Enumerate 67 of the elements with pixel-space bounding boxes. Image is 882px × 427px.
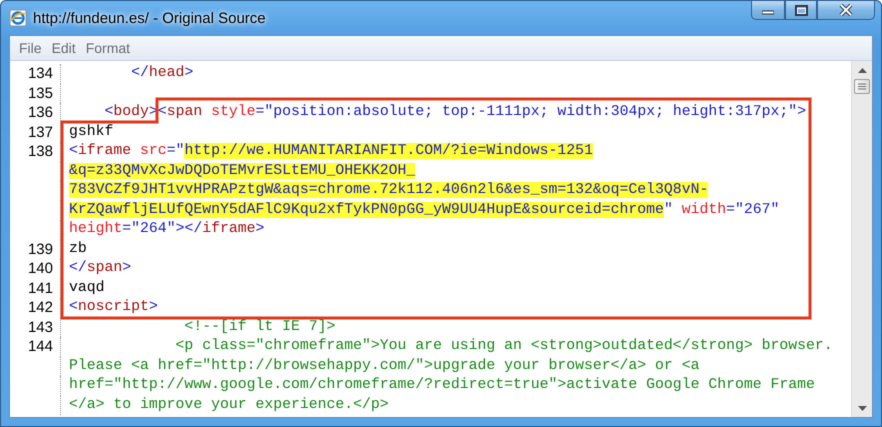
menu-item[interactable]: Edit [46,40,81,56]
attribute-token: width [680,202,726,218]
tag-token: < [69,143,78,159]
tag-token: </ [130,65,149,81]
maximize-icon [794,4,808,16]
comment-token: <p class="chromeframe">You are using an <strong>outdated</strong> browser. [174,338,833,354]
tag-token: = [256,104,264,120]
string-token: " [176,143,184,159]
line-number: 139 [10,240,61,259]
text-token: vaqd [69,280,105,296]
minimize-button[interactable] [751,0,785,20]
highlighted-url: http://we.HUMANITARIANFIT.COM/?ie=Windows-1251 [184,143,593,159]
line-number: 143 [10,318,61,337]
tag-token: > [122,260,132,276]
line-number: 140 [10,259,61,278]
tag-token: > [256,221,264,237]
maximize-button[interactable] [785,0,817,20]
close-icon [839,4,853,16]
window-title: http://fundeun.es/ - Original Source [33,10,266,26]
tag-token: > [184,65,194,81]
tag-token: = [726,202,735,218]
element-token: noscript [78,299,149,315]
line-number: 137 [10,122,61,142]
line-number: 142 [10,298,61,318]
tag-token: = [122,221,132,237]
element-token: body [113,104,149,120]
line-number: 138 [10,142,61,162]
line-number: 141 [10,278,61,298]
menu-item[interactable]: Format [80,40,136,56]
string-token: "267" [735,202,780,218]
line-number: 144 [10,337,61,356]
menu-item[interactable]: File [14,40,47,56]
tag-token: > [148,299,158,315]
scroll-thumb[interactable] [854,79,870,94]
comment-token: Please <a href="http://browsehappy.com/">upgrade your browser</a> or <a [69,358,700,374]
element-token: head [148,65,184,81]
tag-token: </ [69,260,87,276]
element-token: iframe [78,143,132,159]
text-token: gshkf [69,124,114,140]
comment-token: <!--[if lt IE 7]> [183,318,336,334]
attribute-token: style [210,104,256,120]
comment-token: </a> to improve your experience.</p> [69,396,389,412]
highlighted-url: KrZQawfljELUfQEwnY5dAFlC9Kqu2xfTykPN0pGG_yW9UU4HupE&sourceid=chrome [69,202,664,218]
line-number: 134 [10,64,61,84]
tag-token: > [797,104,806,120]
text-token: zb [69,240,87,256]
element-token: iframe [202,221,256,237]
close-button[interactable] [817,0,875,20]
browser-icon [9,9,27,27]
element-token: span [86,260,122,276]
line-number: 136 [10,103,61,122]
attribute-token: height [69,221,122,237]
string-token: "264" [131,221,176,237]
string-token: " [664,202,673,218]
tag-token: = [166,143,176,159]
attribute-token: src [139,143,167,159]
tag-token: < [104,104,114,120]
highlighted-url: 783VCZf9JHT1vvHPRAPztgW&aqs=chrome.72k112.406n2l6&es_sm=132&oq=Cel3Q8vN- [69,182,708,198]
scrollbar[interactable] [851,61,872,417]
string-token: "position:absolute; top:-1111px; width:304px; height:317px;" [264,104,798,120]
tag-token: < [69,299,78,315]
comment-token: href="http://www.google.com/chromeframe/?redirect=true">activate Google Chrome Frame [69,377,815,393]
scroll-down-icon [858,406,866,410]
line-number: 135 [10,84,61,103]
element-token: span [166,104,202,120]
scroll-up-icon [858,68,866,72]
tag-token: ></ [176,221,202,237]
